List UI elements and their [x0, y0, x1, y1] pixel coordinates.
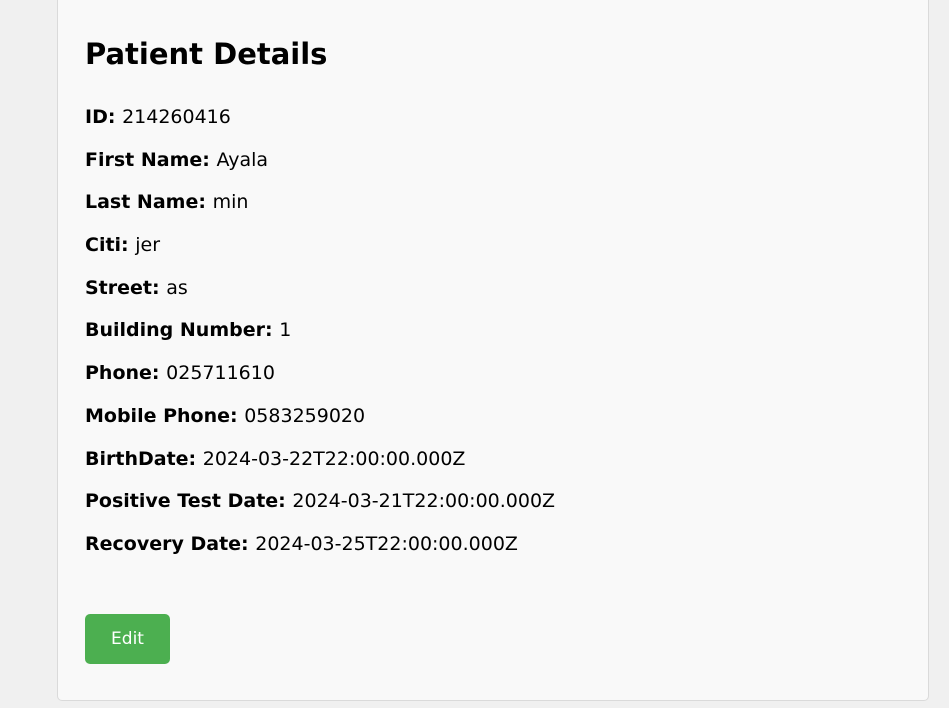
field-label: Street:: [85, 276, 167, 299]
field-last-name: Last Name: min: [85, 190, 555, 233]
field-label: ID:: [85, 106, 123, 128]
field-value: 1: [279, 319, 292, 342]
field-label: Building Number:: [85, 319, 280, 342]
field-value: jer: [135, 234, 161, 257]
field-phone: Phone: 025711610: [85, 361, 555, 404]
edit-button[interactable]: Edit: [85, 614, 170, 664]
field-value: min: [212, 191, 249, 214]
field-mobile-phone: Mobile Phone: 0583259020: [85, 404, 555, 447]
field-recovery-date: Recovery Date: 2024-03-25T22:00:00.000Z: [85, 532, 555, 575]
patient-details-card: Patient Details ID: 214260416 First Name…: [57, 0, 929, 701]
field-label: Positive Test Date:: [85, 490, 293, 513]
field-value: 2024-03-21T22:00:00.000Z: [292, 490, 556, 513]
field-label: Last Name:: [85, 191, 213, 214]
field-birth-date: BirthDate: 2024-03-22T22:00:00.000Z: [85, 447, 555, 490]
field-value: 2024-03-22T22:00:00.000Z: [202, 447, 466, 470]
field-first-name: First Name: Ayala: [85, 148, 555, 191]
patient-field-list: ID: 214260416 First Name: Ayala Last Nam…: [85, 105, 555, 575]
field-value: as: [166, 276, 188, 299]
field-building-number: Building Number: 1: [85, 318, 555, 361]
field-value: 025711610: [166, 362, 275, 385]
field-label: Mobile Phone:: [85, 404, 245, 427]
field-label: Phone:: [85, 362, 167, 385]
field-street: Street: as: [85, 276, 555, 319]
field-value: 214260416: [122, 106, 231, 128]
field-value: 0583259020: [244, 404, 366, 427]
field-city: Citi: jer: [85, 233, 555, 276]
field-label: First Name:: [85, 148, 217, 171]
field-value: 2024-03-25T22:00:00.000Z: [255, 532, 518, 555]
field-value: Ayala: [216, 148, 269, 171]
field-label: Citi:: [85, 234, 136, 257]
field-label: Recovery Date:: [85, 532, 256, 555]
page-title: Patient Details: [85, 37, 328, 71]
field-id: ID: 214260416: [85, 105, 555, 148]
field-label: BirthDate:: [85, 447, 203, 470]
field-positive-test-date: Positive Test Date: 2024-03-21T22:00:00.…: [85, 489, 555, 532]
